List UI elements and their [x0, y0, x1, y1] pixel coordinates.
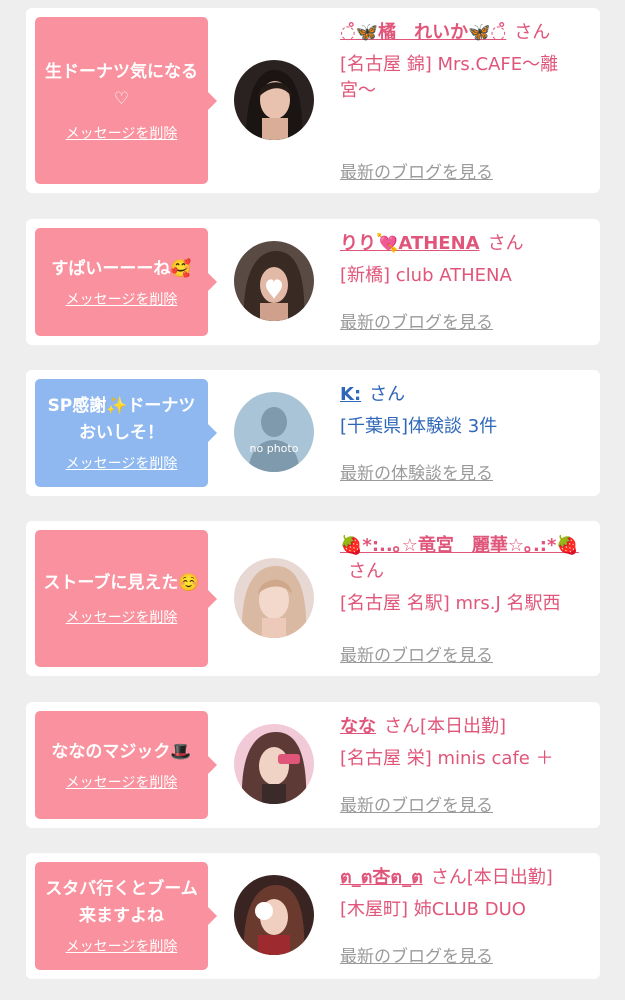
message-bubble: ななのマジック🎩 メッセージを削除: [35, 711, 217, 819]
message-bubble: すぱいーーーね🥰 メッセージを削除: [35, 228, 217, 336]
latest-blog-link[interactable]: 最新のブログを見る: [340, 158, 493, 183]
delete-message-link[interactable]: メッセージを削除: [66, 936, 178, 956]
item-info: 🍓*:..｡☆竜宮 麗華☆｡.:*🍓さん [名古屋 名駅] mrs.J 名駅西 …: [340, 533, 590, 666]
item-info: ต_ต杏ต_ต さん[本日出勤] [木屋町] 姉CLUB DUO 最新のブログを見…: [340, 865, 590, 967]
message-text: スタバ行くとブーム来ますよね: [45, 879, 198, 926]
shop-label: [名古屋 名駅] mrs.J 名駅西: [340, 593, 561, 614]
shop-label: [名古屋 錦] Mrs.CAFE〜離宮〜: [340, 54, 559, 101]
shop-label: [名古屋 栄] minis cafe ＋: [340, 748, 554, 769]
latest-blog-link[interactable]: 最新のブログを見る: [340, 641, 493, 666]
list-item: スタバ行くとブーム来ますよね メッセージを削除 ต_ต杏ต_ต さん[本日出勤] …: [26, 853, 600, 979]
avatar[interactable]: [234, 875, 314, 955]
list-item: ななのマジック🎩 メッセージを削除 なな さん[本日出勤] [名古屋 栄] min…: [26, 702, 600, 828]
honorific: さん: [487, 233, 524, 254]
list-item: すぱいーーーね🥰 メッセージを削除 りり💘ATHENA さん [新橋] club …: [26, 219, 600, 345]
list-item: 生ドーナツ気になる♡ メッセージを削除 ◌̊🦋橘 れいか🦋◌̊ さん [名古屋 錦…: [26, 8, 600, 193]
latest-review-link[interactable]: 最新の体験談を見る: [340, 459, 493, 484]
message-bubble: ストーブに見えた☺️ メッセージを削除: [35, 530, 217, 667]
avatar[interactable]: [234, 60, 314, 140]
message-bubble: 生ドーナツ気になる♡ メッセージを削除: [35, 17, 217, 184]
delete-message-link[interactable]: メッセージを削除: [66, 772, 178, 792]
message-bubble: SP感謝✨ドーナツおいしそ！ メッセージを削除: [35, 379, 217, 487]
user-name-link[interactable]: 🍓*:..｡☆竜宮 麗華☆｡.:*🍓: [340, 535, 579, 556]
avatar[interactable]: [234, 241, 314, 321]
item-info: ◌̊🦋橘 れいか🦋◌̊ さん [名古屋 錦] Mrs.CAFE〜離宮〜 最新のブロ…: [340, 20, 590, 183]
honorific: さん: [348, 561, 384, 582]
honorific: さん: [369, 384, 406, 405]
no-photo-label: no photo: [249, 442, 299, 455]
delete-message-link[interactable]: メッセージを削除: [66, 289, 178, 309]
user-name-link[interactable]: ◌̊🦋橘 れいか🦋◌̊: [340, 22, 506, 43]
latest-blog-link[interactable]: 最新のブログを見る: [340, 942, 493, 967]
user-name-link[interactable]: りり💘ATHENA: [340, 233, 480, 254]
avatar[interactable]: [234, 724, 314, 804]
item-info: なな さん[本日出勤] [名古屋 栄] minis cafe ＋ 最新のブログを見…: [340, 714, 590, 816]
delete-message-link[interactable]: メッセージを削除: [66, 607, 178, 627]
message-text: SP感謝✨ドーナツおいしそ！: [47, 396, 196, 443]
shop-label: [新橋] club ATHENA: [340, 265, 512, 286]
delete-message-link[interactable]: メッセージを削除: [66, 123, 178, 143]
message-bubble: スタバ行くとブーム来ますよね メッセージを削除: [35, 862, 217, 970]
shop-label: [千葉県]体験談 3件: [340, 416, 498, 437]
avatar[interactable]: no photo: [234, 392, 314, 472]
item-info: K: さん [千葉県]体験談 3件 最新の体験談を見る: [340, 382, 590, 484]
list-item: ストーブに見えた☺️ メッセージを削除 🍓*:..｡☆竜宮 麗華☆｡.:*🍓 さん…: [26, 521, 600, 676]
honorific: さん[本日出勤]: [430, 867, 553, 888]
latest-blog-link[interactable]: 最新のブログを見る: [340, 791, 493, 816]
message-text: ストーブに見えた☺️: [43, 573, 200, 593]
honorific: さん[本日出勤]: [384, 716, 507, 737]
shop-label: [木屋町] 姉CLUB DUO: [340, 899, 526, 920]
delete-message-link[interactable]: メッセージを削除: [66, 453, 178, 473]
avatar[interactable]: [234, 558, 314, 638]
user-name-link[interactable]: ต_ต杏ต_ต: [340, 867, 423, 888]
item-info: りり💘ATHENA さん [新橋] club ATHENA 最新のブログを見る: [340, 231, 590, 333]
message-list: 生ドーナツ気になる♡ メッセージを削除 ◌̊🦋橘 れいか🦋◌̊ さん [名古屋 錦…: [0, 0, 625, 1000]
message-text: ななのマジック🎩: [51, 741, 192, 762]
honorific: さん: [514, 22, 551, 43]
latest-blog-link[interactable]: 最新のブログを見る: [340, 308, 493, 333]
message-text: すぱいーーーね🥰: [51, 258, 192, 279]
list-item: SP感謝✨ドーナツおいしそ！ メッセージを削除 no photo K: さん [千…: [26, 370, 600, 496]
message-text: 生ドーナツ気になる♡: [45, 61, 198, 109]
user-name-link[interactable]: K:: [340, 384, 361, 405]
user-name-link[interactable]: なな: [340, 716, 376, 737]
